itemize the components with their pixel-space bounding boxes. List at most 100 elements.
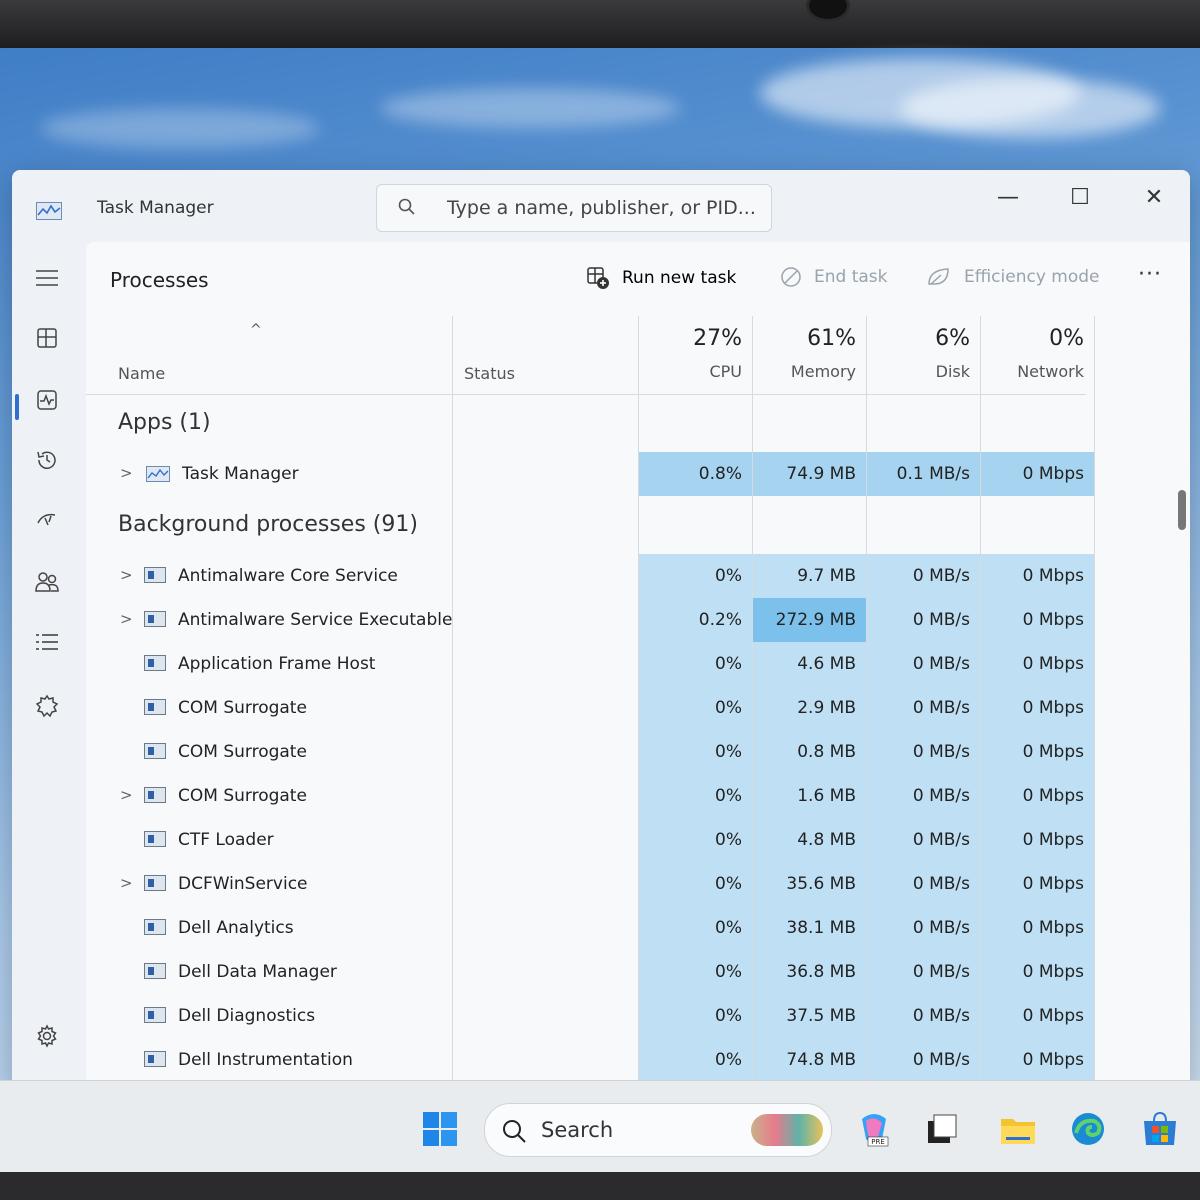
table-row[interactable]: CTF Loader 0% 4.8 MB 0 MB/s 0 Mbps: [86, 818, 1094, 862]
more-options-button[interactable]: ···: [1138, 262, 1162, 287]
gear-icon[interactable]: [26, 1016, 68, 1056]
history-icon[interactable]: [26, 440, 68, 480]
cpu-cell: 0%: [639, 862, 752, 906]
details-icon[interactable]: [26, 622, 68, 662]
memory-cell: 1.6 MB: [753, 774, 866, 818]
table-row[interactable]: COM Surrogate 0% 2.9 MB 0 MB/s 0 Mbps: [86, 686, 1094, 730]
process-name: COM Surrogate: [178, 742, 307, 762]
table-row[interactable]: > Antimalware Core Service 0% 9.7 MB 0 MB/s 0…: [86, 554, 1094, 598]
network-cell: 0 Mbps: [981, 598, 1094, 642]
svg-text:PRE: PRE: [871, 1138, 885, 1146]
minimize-button[interactable]: —: [988, 180, 1028, 214]
processes-icon[interactable]: [26, 318, 68, 358]
cpu-cell: 0.8%: [639, 452, 752, 496]
process-name: Antimalware Core Service: [178, 566, 398, 586]
cpu-cell: 0%: [639, 818, 752, 862]
column-header-memory[interactable]: Memory: [752, 362, 856, 381]
process-icon: [144, 787, 166, 803]
close-button[interactable]: ✕: [1134, 180, 1174, 214]
process-icon: [144, 919, 166, 935]
column-header-status[interactable]: Status: [464, 364, 515, 383]
memory-cell: 4.8 MB: [753, 818, 866, 862]
scrollbar-thumb[interactable]: [1178, 490, 1186, 530]
cpu-cell: 0.2%: [639, 598, 752, 642]
table-row[interactable]: Dell Data Manager 0% 36.8 MB 0 MB/s 0 Mbps: [86, 950, 1094, 994]
end-task-button[interactable]: End task: [780, 266, 888, 288]
startup-icon[interactable]: [26, 500, 68, 540]
copilot-icon[interactable]: PRE: [856, 1111, 892, 1147]
process-icon: [144, 567, 166, 583]
column-header-name[interactable]: Name: [118, 364, 165, 383]
table-row[interactable]: > Antimalware Service Executable 0.2% 272.9…: [86, 598, 1094, 642]
task-manager-window: Task Manager Type a name, publisher, or …: [12, 170, 1190, 1090]
run-new-task-icon: [587, 267, 609, 289]
table-row[interactable]: Application Frame Host 0% 4.6 MB 0 MB/s 0 Mb…: [86, 642, 1094, 686]
table-row[interactable]: > DCFWinService 0% 35.6 MB 0 MB/s 0 Mbps: [86, 862, 1094, 906]
cpu-total: 27%: [693, 326, 742, 351]
disk-cell: 0 MB/s: [867, 774, 980, 818]
table-row[interactable]: Dell Instrumentation 0% 74.8 MB 0 MB/s 0 Mbp…: [86, 1038, 1094, 1082]
group-background-processes: Background processes (91): [118, 512, 418, 537]
column-header-network[interactable]: Network: [980, 362, 1084, 381]
task-view-icon[interactable]: [924, 1111, 960, 1147]
disk-cell: 0 MB/s: [867, 554, 980, 598]
expand-chevron-icon[interactable]: >: [120, 610, 133, 628]
expand-chevron-icon[interactable]: >: [120, 566, 133, 584]
file-explorer-icon[interactable]: [1000, 1111, 1036, 1147]
expand-chevron-icon[interactable]: >: [120, 464, 133, 482]
table-row[interactable]: COM Surrogate 0% 0.8 MB 0 MB/s 0 Mbps: [86, 730, 1094, 774]
disk-cell: 0 MB/s: [867, 1038, 980, 1082]
table-row[interactable]: Dell Analytics 0% 38.1 MB 0 MB/s 0 Mbps: [86, 906, 1094, 950]
memory-cell: 4.6 MB: [753, 642, 866, 686]
disk-cell: 0.1 MB/s: [867, 452, 980, 496]
expand-chevron-icon[interactable]: >: [120, 874, 133, 892]
services-icon[interactable]: [26, 686, 68, 726]
process-icon: [144, 1051, 166, 1067]
end-task-label: End task: [814, 267, 888, 287]
memory-cell: 35.6 MB: [753, 862, 866, 906]
screen-bezel-top: [0, 0, 1200, 48]
process-icon: [144, 831, 166, 847]
process-name: COM Surrogate: [178, 786, 307, 806]
end-task-icon: [781, 267, 801, 287]
hamburger-icon[interactable]: [26, 258, 68, 298]
window-title: Task Manager: [97, 198, 214, 218]
column-header-disk[interactable]: Disk: [866, 362, 970, 381]
process-icon: [144, 743, 166, 759]
cpu-cell: 0%: [639, 906, 752, 950]
cpu-cell: 0%: [639, 730, 752, 774]
cpu-cell: 0%: [639, 774, 752, 818]
users-icon[interactable]: [26, 562, 68, 602]
table-row[interactable]: > COM Surrogate 0% 1.6 MB 0 MB/s 0 Mbps: [86, 774, 1094, 818]
microsoft-store-icon[interactable]: [1142, 1111, 1178, 1147]
efficiency-mode-label: Efficiency mode: [964, 267, 1100, 287]
process-icon: [144, 963, 166, 979]
disk-total: 6%: [935, 326, 970, 351]
search-input[interactable]: Type a name, publisher, or PID...: [376, 184, 772, 232]
search-highlight-image: [751, 1114, 823, 1146]
taskbar: Search PRE: [0, 1080, 1200, 1173]
process-name: Dell Analytics: [178, 918, 294, 938]
memory-cell: 9.7 MB: [753, 554, 866, 598]
expand-chevron-icon[interactable]: >: [120, 786, 133, 804]
cpu-cell: 0%: [639, 686, 752, 730]
memory-cell: 74.8 MB: [753, 1038, 866, 1082]
efficiency-mode-button[interactable]: Efficiency mode: [926, 266, 1100, 288]
network-cell: 0 Mbps: [981, 906, 1094, 950]
cpu-cell: 0%: [639, 642, 752, 686]
column-header-cpu[interactable]: CPU: [638, 362, 742, 381]
run-new-task-button[interactable]: Run new task: [586, 266, 736, 290]
edge-browser-icon[interactable]: [1070, 1111, 1106, 1147]
table-row[interactable]: > Task Manager 0.8% 74.9 MB 0.1 MB/s 0 M…: [86, 452, 1094, 496]
processes-page: Processes Run new task End task Efficien…: [86, 242, 1190, 1090]
memory-cell: 38.1 MB: [753, 906, 866, 950]
maximize-button[interactable]: ☐: [1060, 180, 1100, 214]
network-total: 0%: [1049, 326, 1084, 351]
search-icon: [398, 198, 415, 215]
table-row[interactable]: Dell Diagnostics 0% 37.5 MB 0 MB/s 0 Mbps: [86, 994, 1094, 1038]
taskbar-search[interactable]: Search: [484, 1103, 832, 1157]
windows-start-icon[interactable]: [422, 1111, 458, 1147]
performance-icon[interactable]: [26, 380, 68, 420]
cpu-cell: 0%: [639, 1038, 752, 1082]
network-cell: 0 Mbps: [981, 862, 1094, 906]
